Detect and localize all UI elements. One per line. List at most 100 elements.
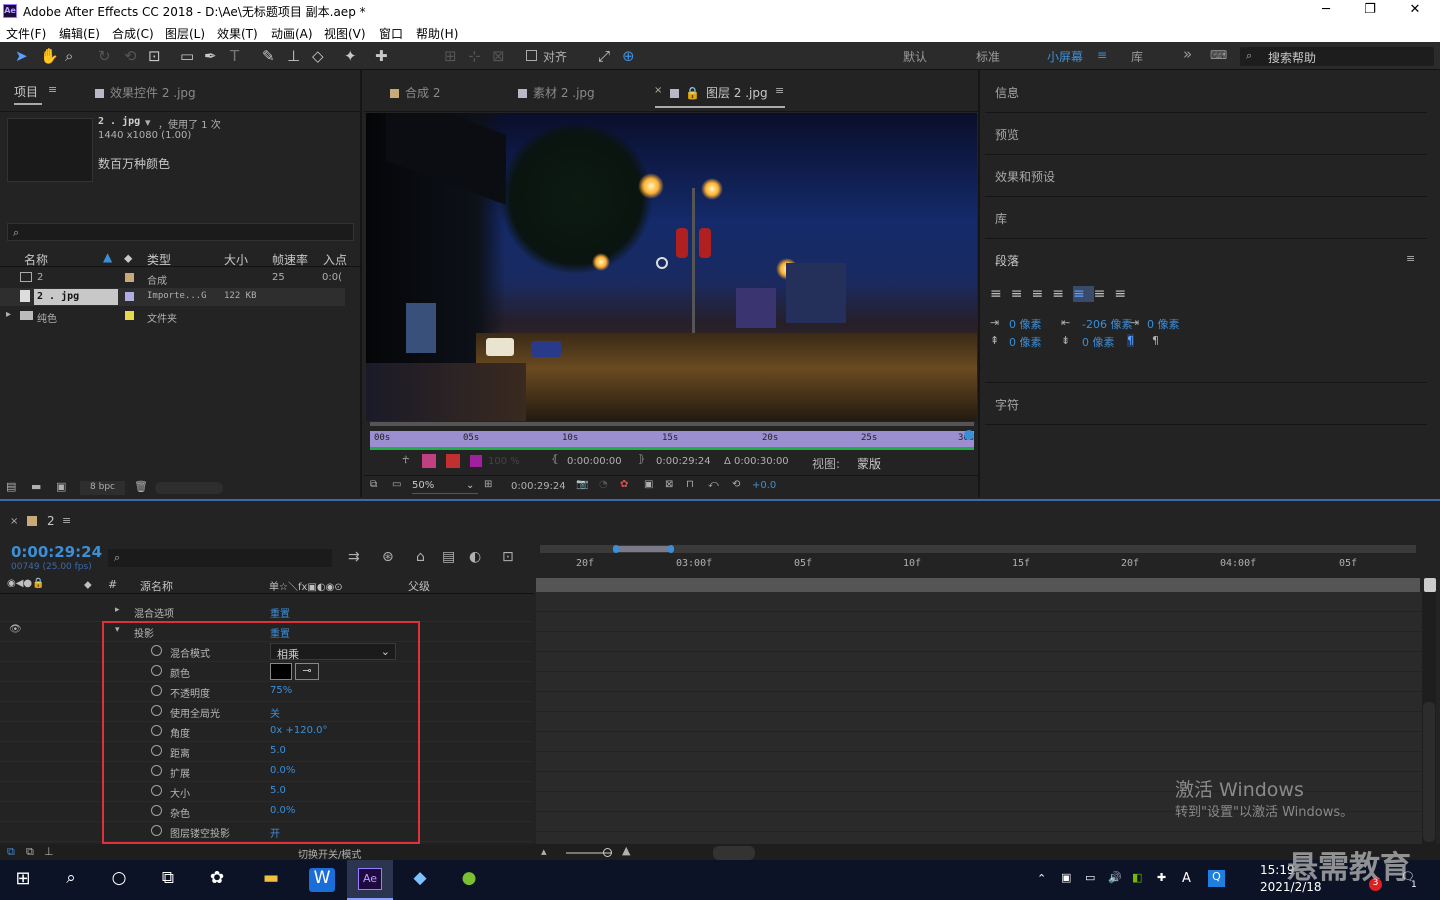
menu-view[interactable]: 视图(V) xyxy=(324,25,366,42)
workspace-library[interactable]: 库 xyxy=(1131,48,1143,65)
menu-file[interactable]: 文件(F) xyxy=(6,25,46,42)
layer-image-night-street[interactable] xyxy=(366,113,977,421)
search-icon[interactable]: ⌕ xyxy=(58,868,84,892)
tab-comp[interactable]: 2 xyxy=(47,514,55,528)
expand-layer-switches-icon[interactable]: ⧉ xyxy=(7,845,15,859)
zoom-in-icon[interactable]: ▲ xyxy=(622,844,630,857)
mask-icon[interactable] xyxy=(422,454,436,468)
puppet-pin-icon[interactable]: ☥ xyxy=(402,455,409,466)
local-axis-icon[interactable]: ⊞ xyxy=(444,47,457,65)
pen-tool-icon[interactable]: ✒ xyxy=(204,47,217,65)
timeline-search-input[interactable]: ⌕ xyxy=(108,549,332,567)
help-search[interactable]: ⌕ 搜索帮助 xyxy=(1240,47,1434,66)
more-workspaces[interactable]: » xyxy=(1183,45,1192,63)
3d-view-icon[interactable]: ⊓ xyxy=(686,479,694,490)
volume-icon[interactable]: 🔊 xyxy=(1108,871,1122,884)
col-type[interactable]: 类型 xyxy=(147,251,171,268)
panel-library[interactable]: 库 xyxy=(995,210,1007,227)
type-tool-icon[interactable]: T xyxy=(230,47,239,65)
view-axis-icon[interactable]: ⊠ xyxy=(492,47,505,65)
sort-asc-icon[interactable]: ▲ xyxy=(103,250,112,264)
security-icon[interactable]: ✚ xyxy=(1157,871,1166,884)
panel-character[interactable]: 字符 xyxy=(995,396,1019,413)
work-area[interactable] xyxy=(536,578,1420,592)
menu-composition[interactable]: 合成(C) xyxy=(112,25,154,42)
hand-tool-icon[interactable]: ✋ xyxy=(40,47,59,65)
label-color-swatch[interactable] xyxy=(125,311,134,320)
workspace-menu-icon[interactable]: ≡ xyxy=(1097,48,1107,62)
comp-mini-flowchart-icon[interactable]: ⇉ xyxy=(348,549,360,565)
in-time[interactable]: 0:00:00:00 xyxy=(567,456,622,467)
shy-layers-icon[interactable]: ⌂ xyxy=(416,549,425,565)
channel-icon[interactable]: ✿ xyxy=(620,479,628,490)
col-size[interactable]: 大小 xyxy=(224,251,248,268)
interpret-footage-icon[interactable]: ▤ xyxy=(6,480,16,493)
exposure-value[interactable]: +0.0 xyxy=(752,480,776,491)
align-left-icon[interactable]: ≡ xyxy=(990,286,1011,302)
roto-brush-tool-icon[interactable]: ✦ xyxy=(344,47,357,65)
space-after-value[interactable]: 0 像素 xyxy=(1082,334,1115,350)
snap-checkbox[interactable] xyxy=(526,50,537,61)
label-color-swatch[interactable] xyxy=(125,292,134,301)
close-button[interactable]: ✕ xyxy=(1405,2,1425,17)
panel-menu-icon[interactable]: ≡ xyxy=(62,514,71,527)
selection-tool-icon[interactable]: ➤ xyxy=(15,47,28,65)
av-switches-icon[interactable]: ◉◀●🔒 xyxy=(7,578,45,589)
out-time[interactable]: 0:00:29:24 xyxy=(656,456,711,467)
app-pinwheel-icon[interactable]: ✿ xyxy=(204,868,230,892)
nvidia-icon[interactable]: ◧ xyxy=(1132,871,1142,884)
start-icon[interactable]: ⊞ xyxy=(10,868,36,892)
expand-arrow-icon[interactable]: ▸ xyxy=(115,605,120,615)
space-before-value[interactable]: 0 像素 xyxy=(1009,334,1042,350)
lock-icon[interactable]: 🔒 xyxy=(685,86,700,100)
label-col-icon[interactable]: ⬥ xyxy=(84,578,92,592)
rotate-tool-icon[interactable]: ↻ xyxy=(98,47,111,65)
col-fps[interactable]: 帧速率 xyxy=(272,251,308,268)
item-dropdown-icon[interactable]: ▾ xyxy=(145,116,151,129)
justify-all-icon[interactable]: ≡ xyxy=(1114,286,1135,302)
help-search-input[interactable]: 搜索帮助 xyxy=(1268,49,1316,66)
timeline-navigator[interactable] xyxy=(540,545,1416,553)
tray-chevron-icon[interactable]: ⌃ xyxy=(1037,872,1046,885)
brush-tool-icon[interactable]: ✎ xyxy=(262,47,275,65)
menu-effect[interactable]: 效果(T) xyxy=(217,25,258,42)
toggle-switches-modes[interactable]: 切换开关/模式 xyxy=(298,846,361,861)
col-in-point[interactable]: 入点 xyxy=(323,251,347,268)
menu-help[interactable]: 帮助(H) xyxy=(416,25,458,42)
close-tab-icon[interactable]: × xyxy=(10,516,18,527)
panel-menu-icon[interactable]: ≡ xyxy=(1406,252,1415,265)
project-row[interactable]: ▸ 纯色 文件夹 xyxy=(0,307,345,325)
timeline-ruler[interactable]: 20f 03:00f 05f 10f 15f 20f 04:00f 05f xyxy=(540,558,1420,576)
close-tab-icon[interactable]: × xyxy=(654,85,662,96)
project-row-selected[interactable]: 2 . jpg Importe...G 122 KB xyxy=(0,288,345,306)
expand-time-icon[interactable]: ⊥ xyxy=(44,845,54,858)
tab-layer-2[interactable]: 🔒 图层 2 .jpg xyxy=(670,84,768,101)
indent-right-value[interactable]: 0 像素 xyxy=(1147,316,1180,332)
expand-transfer-icon[interactable]: ⧉ xyxy=(26,845,34,859)
menu-edit[interactable]: 编辑(E) xyxy=(59,25,100,42)
indent-left-value[interactable]: 0 像素 xyxy=(1009,316,1042,332)
app-icon-blue[interactable]: ◆ xyxy=(407,868,433,892)
expand-arrow-icon[interactable]: ▸ xyxy=(6,309,11,320)
tab-comp-2[interactable]: 合成 2 xyxy=(390,84,440,101)
indent-first-value[interactable]: -206 像素 xyxy=(1082,316,1132,332)
blend-options-row[interactable]: ▸ 混合选项 重置 xyxy=(0,602,533,622)
tray-app-icon[interactable]: ▣ xyxy=(1061,871,1071,884)
panel-info[interactable]: 信息 xyxy=(995,84,1019,101)
row-name-editing[interactable]: 2 . jpg xyxy=(34,289,118,305)
comp-marker-bin[interactable] xyxy=(1424,578,1436,592)
snap-target-icon[interactable]: ⊕ xyxy=(622,47,635,65)
paragraph-align-buttons[interactable]: ≡≡≡≡≡≡≡ xyxy=(990,286,1170,302)
panel-preview[interactable]: 预览 xyxy=(995,126,1019,143)
file-explorer-icon[interactable]: ▬ xyxy=(258,868,284,892)
align-right-icon[interactable]: ≡ xyxy=(1031,286,1052,302)
zoom-tool-icon[interactable]: ⌕ xyxy=(65,47,73,65)
world-axis-icon[interactable]: ⊹ xyxy=(468,47,481,65)
label-col-icon[interactable]: ⬥ xyxy=(124,251,132,266)
set-out-point-icon[interactable]: ⦄ xyxy=(638,454,645,465)
tray-network-icon[interactable]: ▭ xyxy=(1085,871,1095,884)
menu-window[interactable]: 窗口 xyxy=(379,25,403,42)
trash-icon[interactable]: 🗑 xyxy=(134,480,148,493)
app-icon-melon[interactable]: ● xyxy=(456,868,482,892)
cortana-icon[interactable]: ○ xyxy=(106,868,132,892)
